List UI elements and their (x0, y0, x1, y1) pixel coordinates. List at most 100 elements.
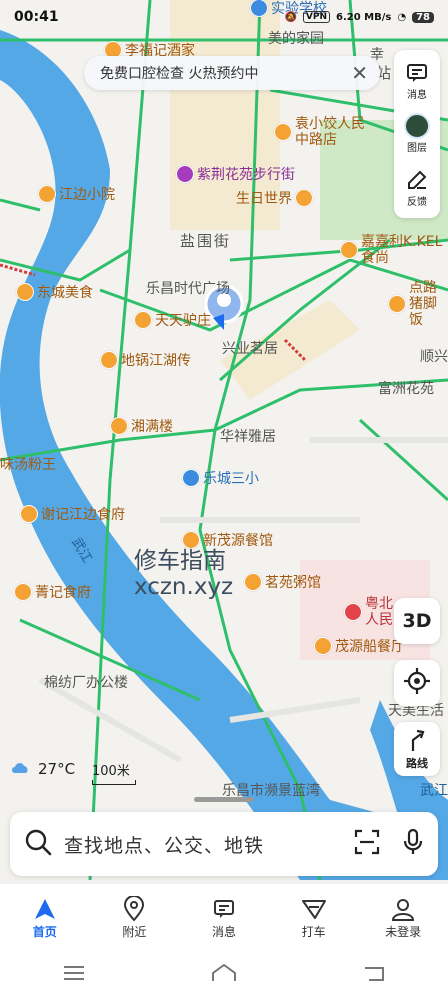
poi-school[interactable]: 乐城三小 (182, 468, 259, 488)
poi-restaurant[interactable]: 味汤粉王 (0, 454, 56, 474)
poi-restaurant[interactable]: 菁记食府 (14, 582, 91, 602)
message-tool-button[interactable]: 消息 (404, 60, 430, 101)
navigation-arrow-icon (33, 895, 57, 923)
3d-toggle-button[interactable]: 3D (394, 598, 440, 644)
tab-nearby-label: 附近 (122, 924, 147, 939)
poi-shopping[interactable]: 紫荆花苑步行街 (176, 164, 295, 184)
route-icon (406, 728, 428, 755)
search-input[interactable]: 查找地点、公交、地铁 (64, 831, 354, 858)
wifi-icon: ◔ (397, 11, 407, 23)
message-tool-label: 消息 (407, 90, 427, 102)
network-speed: 6.20 MB/s (336, 11, 392, 23)
system-navigation-bar (0, 950, 448, 1000)
area-label: 富洲花苑 (378, 381, 434, 397)
bottom-tab-bar: 首页 附近 消息 打车 未登录 (0, 884, 448, 950)
area-label: 兴业茗居 (222, 341, 278, 357)
layers-avatar-icon (404, 113, 430, 140)
message-icon (212, 895, 236, 923)
store-icon (295, 189, 313, 207)
restaurant-icon (340, 241, 358, 259)
menu-icon[interactable] (63, 965, 85, 985)
watermark: 修车指南 xczn.xyz (134, 548, 234, 600)
poi-restaurant[interactable]: 嘉嘉利K.KEL食尚 (340, 234, 448, 266)
restaurant-icon (38, 185, 56, 203)
scale-bar (92, 780, 136, 785)
poi-restaurant[interactable]: 湘满楼 (110, 416, 173, 436)
poi-store[interactable]: 生日世界 (236, 188, 313, 208)
home-icon[interactable] (211, 963, 237, 987)
area-label: 乐昌时代广场 (146, 281, 230, 297)
restaurant-icon (134, 311, 152, 329)
cloud-icon (10, 760, 30, 778)
shopping-icon (176, 165, 194, 183)
user-icon (391, 895, 415, 923)
tab-messages[interactable]: 消息 (184, 895, 264, 940)
taxi-icon (301, 895, 327, 923)
tab-home-label: 首页 (32, 924, 57, 939)
poi-restaurant[interactable]: 点路猪脚饭 (388, 280, 448, 328)
feedback-tool-button[interactable]: 反馈 (404, 167, 430, 208)
vpn-badge: VPN (302, 11, 330, 23)
locate-icon (403, 667, 431, 699)
tab-messages-label: 消息 (211, 924, 236, 939)
street-label: 盐围街 (180, 232, 232, 250)
poi-restaurant[interactable]: 谢记江边食府 (20, 504, 125, 524)
restaurant-icon (100, 351, 118, 369)
weather-widget[interactable]: 27°C (10, 760, 75, 778)
back-icon[interactable] (363, 964, 385, 986)
hospital-icon (344, 603, 362, 621)
poi-restaurant[interactable]: 袁小饺人民中路店 (274, 116, 370, 148)
restaurant-icon (314, 637, 332, 655)
promo-banner[interactable]: 免费口腔检查 火热预约中 ✕ (84, 56, 380, 90)
map-scale: 100米 (92, 760, 136, 785)
microphone-icon[interactable] (402, 828, 424, 860)
map-view[interactable]: 盐围街 兴业茗居 华祥雅居 棉纺厂办公楼 富洲花苑 顺兴 美的家园 乐昌时代广场… (0, 0, 448, 880)
poi-restaurant[interactable]: 茗苑粥馆 (244, 572, 321, 592)
route-button[interactable]: 路线 (394, 722, 440, 776)
poi-hospital[interactable]: 粤北人民 (344, 596, 398, 628)
poi-restaurant[interactable]: 地锅江湖传 (100, 350, 191, 370)
area-label: 华祥雅居 (220, 429, 276, 445)
tab-profile-label: 未登录 (385, 924, 422, 939)
locate-button[interactable] (394, 660, 440, 706)
restaurant-icon (244, 573, 262, 591)
poi-restaurant[interactable]: 东城美食 (16, 282, 93, 302)
scan-icon[interactable] (354, 829, 380, 859)
status-bar: 00:41 🔕 VPN 6.20 MB/s ◔ 78 (0, 0, 448, 34)
school-icon (182, 469, 200, 487)
restaurant-icon (20, 505, 38, 523)
status-icons: 🔕 VPN 6.20 MB/s ◔ 78 (284, 11, 434, 23)
restaurant-icon (16, 283, 34, 301)
map-tools-panel: 消息 图层 反馈 (394, 50, 440, 218)
tab-nearby[interactable]: 附近 (94, 895, 174, 940)
close-icon[interactable]: ✕ (351, 61, 368, 85)
restaurant-icon (388, 295, 406, 313)
battery-indicator: 78 (412, 11, 434, 23)
area-label: 顺兴 (420, 349, 448, 365)
feedback-tool-label: 反馈 (407, 196, 427, 208)
avatar (404, 113, 430, 140)
search-bar[interactable]: 查找地点、公交、地铁 (10, 812, 438, 876)
search-icon (24, 828, 52, 860)
poi-restaurant[interactable]: 茂源船餐厅 (314, 636, 405, 656)
tab-taxi-label: 打车 (301, 924, 326, 939)
restaurant-icon (274, 123, 292, 141)
tab-home[interactable]: 首页 (5, 895, 85, 940)
location-pin-icon (123, 895, 145, 923)
layers-tool-button[interactable]: 图层 (404, 113, 430, 154)
area-label: 棉纺厂办公楼 (44, 675, 128, 691)
drag-handle[interactable] (194, 797, 254, 802)
banner-text: 免费口腔检查 火热预约中 (100, 66, 259, 82)
poi-restaurant[interactable]: 天天驴庄 (134, 310, 211, 330)
restaurant-icon (14, 583, 32, 601)
status-time: 00:41 (14, 9, 59, 25)
edit-icon (404, 167, 430, 193)
river-label: 武江 (420, 783, 448, 799)
message-icon (404, 60, 430, 86)
poi-restaurant[interactable]: 江边小院 (38, 184, 115, 204)
mute-icon: 🔕 (284, 11, 297, 23)
tab-taxi[interactable]: 打车 (274, 895, 354, 940)
weather-temp: 27°C (38, 760, 76, 778)
poi-restaurant[interactable]: 新茂源餐馆 (182, 530, 273, 550)
tab-profile[interactable]: 未登录 (363, 895, 443, 940)
